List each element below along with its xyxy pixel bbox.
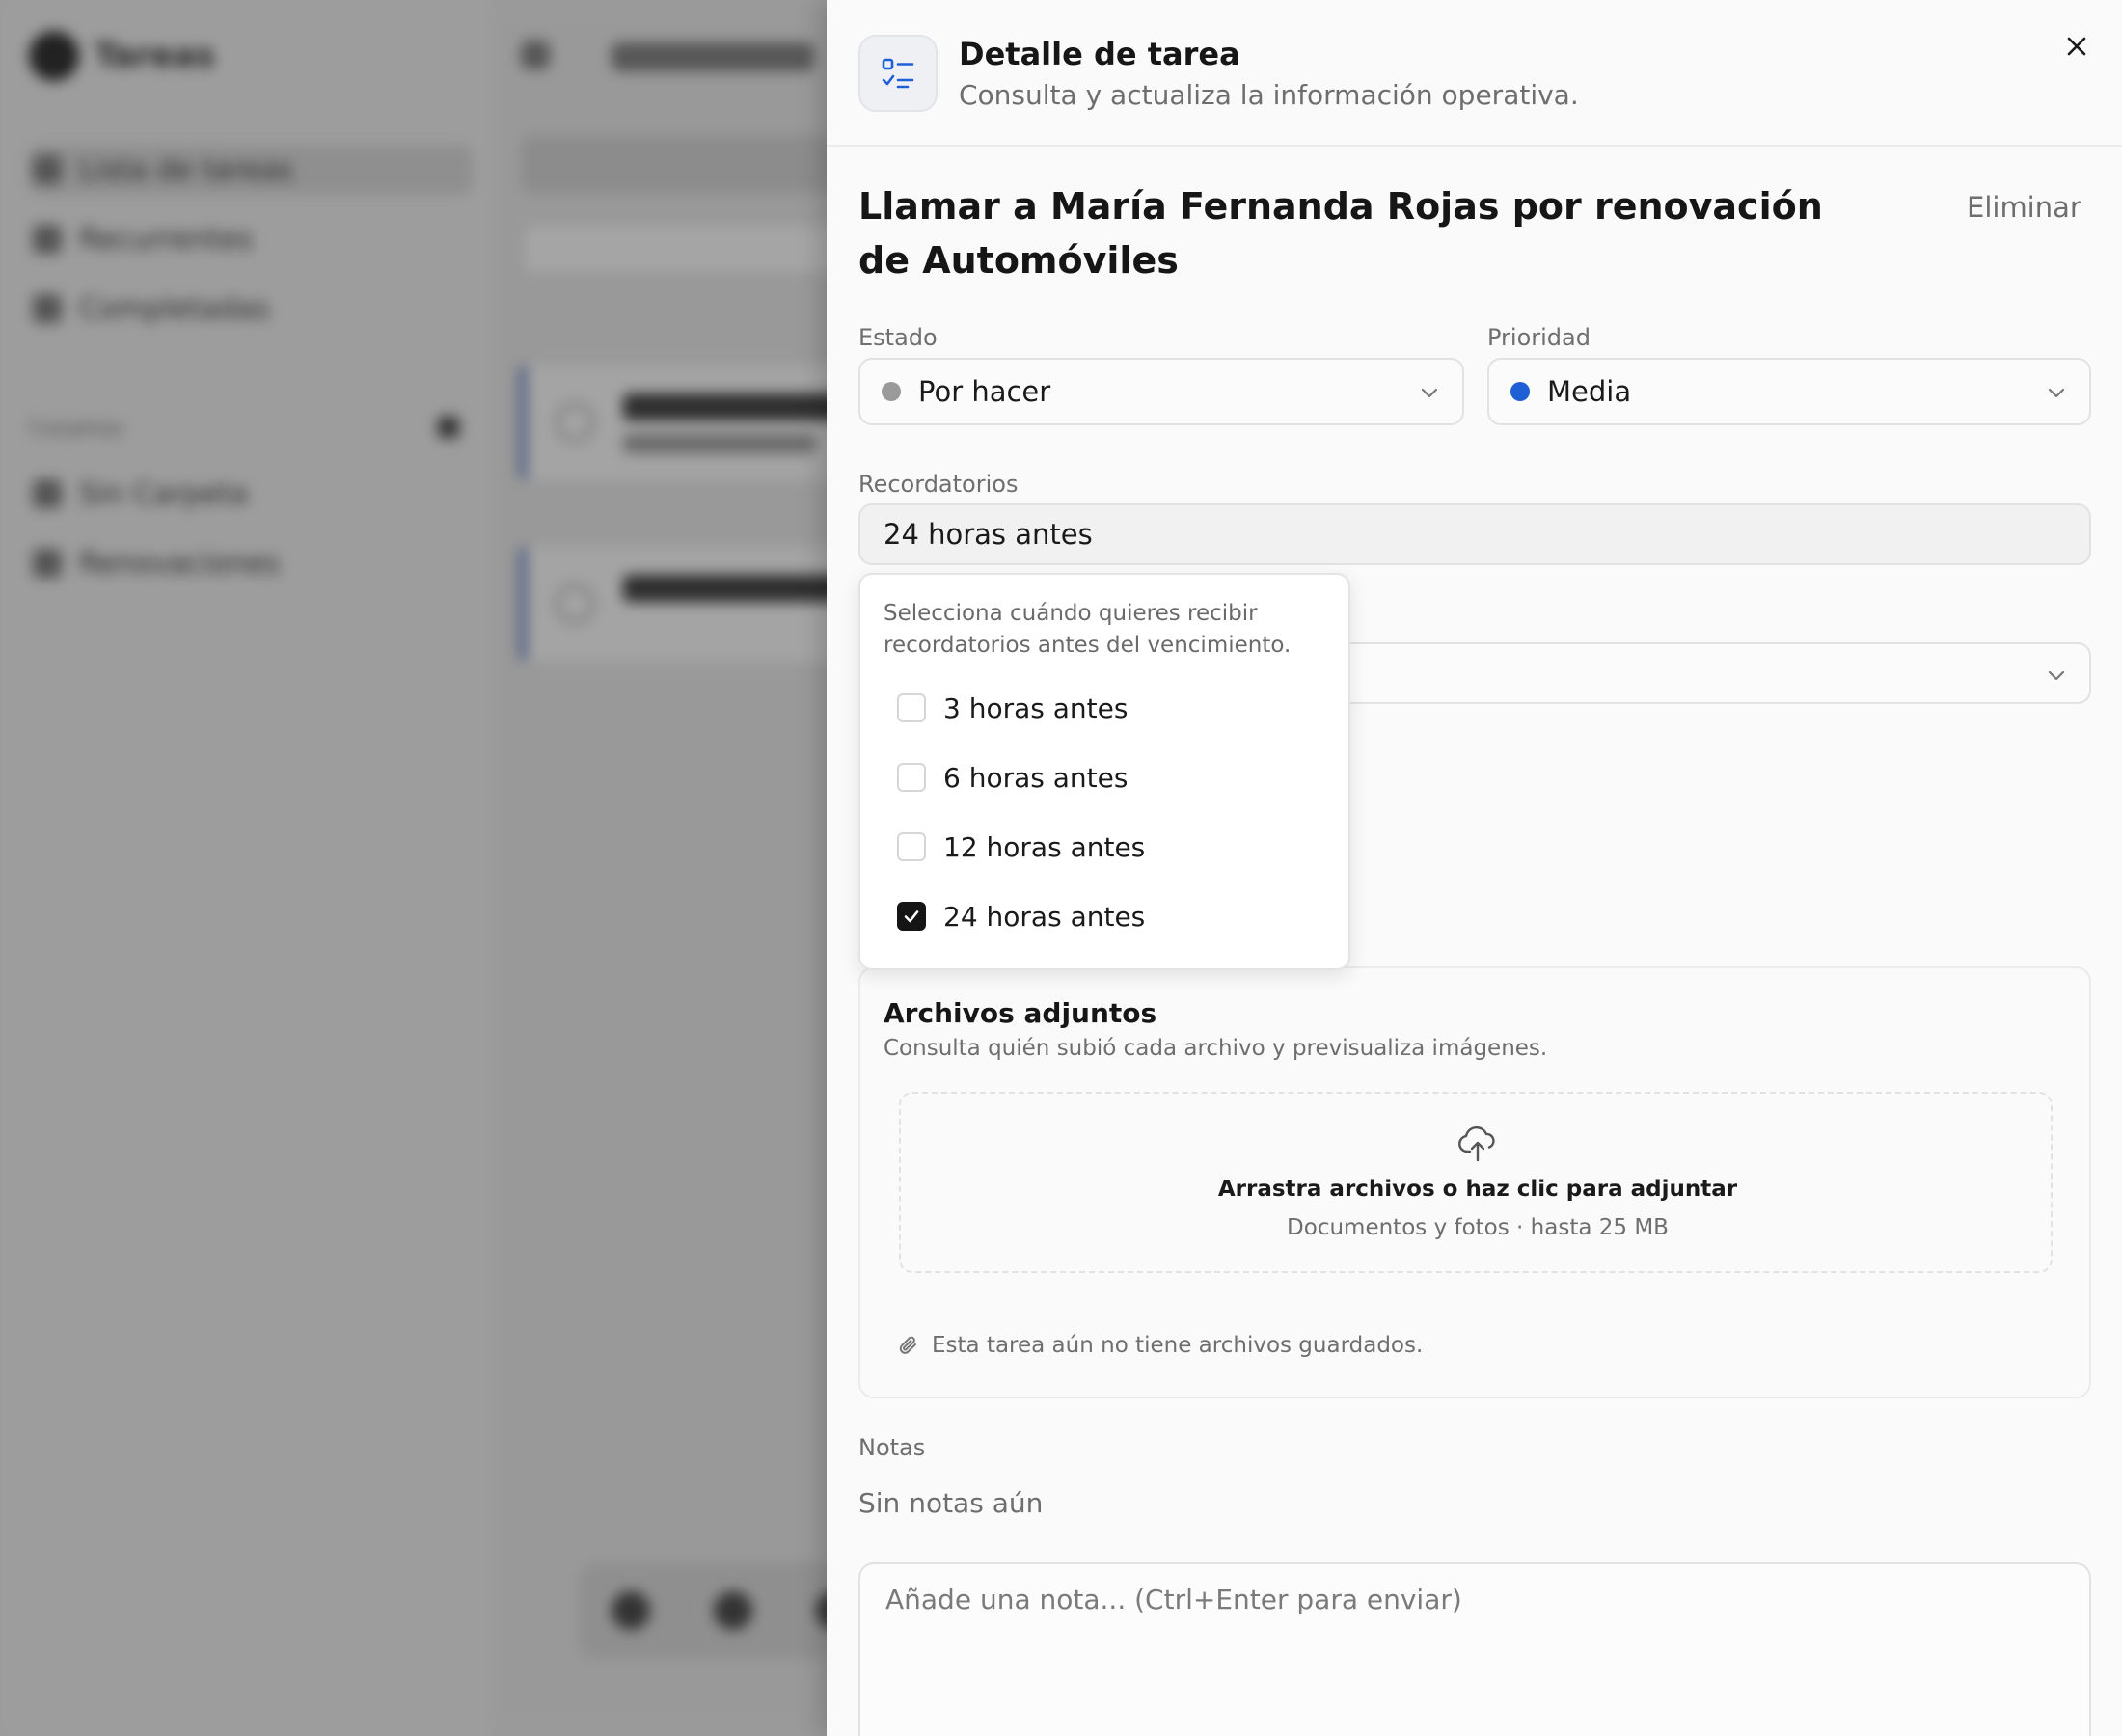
status-select[interactable]: Por hacer xyxy=(858,358,1464,425)
background-page-title xyxy=(612,42,814,71)
delete-button[interactable]: Eliminar xyxy=(1967,191,2081,224)
reminders-value: 24 horas antes xyxy=(884,518,1093,551)
file-dropzone[interactable]: Arrastra archivos o haz clic para adjunt… xyxy=(899,1092,2053,1273)
sidebar-item-recurrentes: Recurrentes xyxy=(29,214,473,264)
checkbox[interactable] xyxy=(897,763,926,792)
reminder-option-label: 24 horas antes xyxy=(943,900,1146,933)
drawer-title: Detalle de tarea xyxy=(959,36,1240,72)
attachments-empty-state: Esta tarea aún no tiene archivos guardad… xyxy=(899,1333,1423,1358)
background-task-card xyxy=(519,365,866,480)
background-task-card xyxy=(519,546,866,662)
dropzone-sub-text: Documentos y fotos · hasta 25 MB xyxy=(1287,1215,1669,1240)
attachments-subtitle: Consulta quién subió cada archivo y prev… xyxy=(884,1036,1548,1061)
reminder-option-6h[interactable]: 6 horas antes xyxy=(897,758,1128,797)
status-dot xyxy=(882,382,901,401)
task-title[interactable]: Llamar a María Fernanda Rojas por renova… xyxy=(858,179,1823,287)
chevron-down-icon xyxy=(2048,388,2065,398)
task-detail-drawer: Detalle de tarea Consulta y actualiza la… xyxy=(827,0,2122,1736)
sidebar-item-completadas: Completadas xyxy=(29,284,473,334)
close-button[interactable] xyxy=(2059,29,2094,64)
attachments-title: Archivos adjuntos xyxy=(884,997,1157,1029)
chevron-down-icon xyxy=(2048,670,2065,681)
checklist-icon xyxy=(858,35,938,112)
reminder-option-24h[interactable]: 24 horas antes xyxy=(897,897,1145,936)
reminders-description: Selecciona cuándo quieres recibir record… xyxy=(884,601,1292,658)
sidebar-item-lista: Lista de tareas xyxy=(29,145,473,195)
reminder-option-label: 6 horas antes xyxy=(943,761,1129,794)
attachments-card: Archivos adjuntos Consulta quién subió c… xyxy=(858,966,2091,1398)
priority-dot xyxy=(1510,382,1530,401)
attachments-empty-text: Esta tarea aún no tiene archivos guardad… xyxy=(932,1333,1424,1358)
reminder-option-3h[interactable]: 3 horas antes xyxy=(897,689,1128,727)
sidebar-folder-renovaciones: Renovaciones xyxy=(29,538,473,588)
sidebar-toggle-icon xyxy=(521,41,550,69)
reminder-option-label: 12 horas antes xyxy=(943,830,1146,863)
note-input[interactable] xyxy=(858,1562,2091,1736)
sidebar-section-label: Carpetas xyxy=(29,417,124,441)
priority-label: Prioridad xyxy=(1487,324,1591,351)
drawer-header: Detalle de tarea Consulta y actualiza la… xyxy=(827,0,2122,147)
background-filter-bar xyxy=(521,135,849,193)
background-search xyxy=(521,222,849,276)
reminders-popover: Selecciona cuándo quieres recibir record… xyxy=(858,573,1350,970)
checkbox-checked[interactable] xyxy=(897,902,926,931)
status-value: Por hacer xyxy=(918,375,1051,408)
status-label: Estado xyxy=(858,324,938,351)
checkbox[interactable] xyxy=(897,693,926,722)
reminder-option-12h[interactable]: 12 horas antes xyxy=(897,827,1145,866)
chevron-down-icon xyxy=(1421,388,1438,398)
drawer-subtitle: Consulta y actualiza la información oper… xyxy=(959,79,1579,111)
app-name: Tareas xyxy=(95,37,215,75)
notes-label: Notas xyxy=(858,1434,926,1461)
paperclip-icon xyxy=(899,1336,916,1354)
reminders-field[interactable]: 24 horas antes xyxy=(858,503,2091,565)
dropzone-main-text: Arrastra archivos o haz clic para adjunt… xyxy=(1217,1177,1738,1202)
reminder-option-label: 3 horas antes xyxy=(943,692,1129,724)
sidebar-folder-sin-carpeta: Sin Carpeta xyxy=(29,469,473,519)
cloud-upload-icon xyxy=(1458,1126,1495,1162)
notes-empty-text: Sin notas aún xyxy=(858,1487,1044,1519)
check-icon xyxy=(904,910,919,923)
priority-value: Media xyxy=(1547,375,1632,408)
priority-select[interactable]: Media xyxy=(1487,358,2091,425)
reminders-label: Recordatorios xyxy=(858,471,1019,498)
background-sidebar: Tareas Lista de tareas Recurrentes Compl… xyxy=(0,0,494,1736)
checkbox[interactable] xyxy=(897,832,926,861)
app-logo xyxy=(29,31,79,81)
add-folder-icon xyxy=(438,417,459,438)
close-icon xyxy=(2067,37,2086,56)
